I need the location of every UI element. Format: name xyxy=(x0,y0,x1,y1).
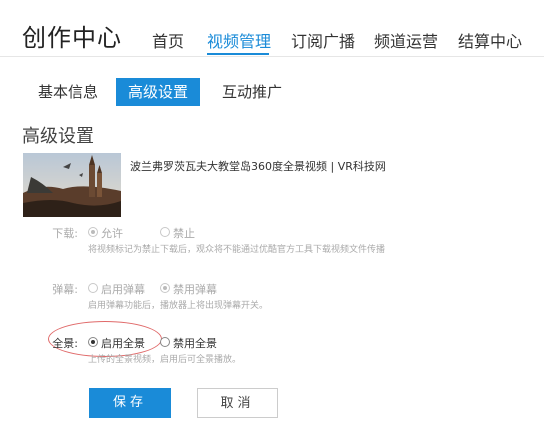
danmaku-disable-radio[interactable] xyxy=(160,283,170,293)
danmaku-enable-radio[interactable] xyxy=(88,283,98,293)
panorama-hint: 上传的全景视频，启用后可全景播放。 xyxy=(88,355,242,365)
section-title: 高级设置 xyxy=(22,126,94,147)
danmaku-enable-label[interactable]: 启用弹幕 xyxy=(101,281,145,297)
panorama-enable-radio[interactable] xyxy=(88,337,98,347)
tab-basic-info[interactable]: 基本信息 xyxy=(38,78,98,106)
danmaku-hint: 启用弹幕功能后，播放器上将出现弹幕开关。 xyxy=(88,301,269,311)
panorama-enable-label[interactable]: 启用全景 xyxy=(101,335,145,351)
panorama-label: 全景: xyxy=(52,337,78,350)
header-divider xyxy=(0,56,544,57)
nav-home[interactable]: 首页 xyxy=(152,28,184,52)
download-forbid-label[interactable]: 禁止 xyxy=(173,225,195,241)
download-allow-radio[interactable] xyxy=(88,227,98,237)
video-thumbnail[interactable] xyxy=(23,153,121,217)
tab-advanced-settings[interactable]: 高级设置 xyxy=(116,78,201,106)
panorama-disable-radio[interactable] xyxy=(160,337,170,347)
download-label: 下载: xyxy=(52,227,78,240)
danmaku-label: 弹幕: xyxy=(52,283,78,296)
panorama-thumbnail-image xyxy=(23,153,121,217)
nav-video-management[interactable]: 视频管理 xyxy=(207,28,271,52)
app-title: 创作中心 xyxy=(22,24,122,52)
video-title[interactable]: 波兰弗罗茨瓦夫大教堂岛360度全景视频 | VR科技网 xyxy=(130,158,386,174)
nav-settlement-center[interactable]: 结算中心 xyxy=(458,28,522,52)
download-forbid-radio[interactable] xyxy=(160,227,170,237)
download-hint: 将视频标记为禁止下载后，观众将不能通过优酷官方工具下载视频文件传播 xyxy=(88,245,386,255)
save-button[interactable]: 保存 xyxy=(89,388,171,418)
active-nav-indicator xyxy=(207,53,269,55)
nav-channel-operation[interactable]: 频道运营 xyxy=(374,28,438,52)
cancel-button[interactable]: 取消 xyxy=(197,388,278,418)
danmaku-disable-label[interactable]: 禁用弹幕 xyxy=(173,281,217,297)
nav-subscribe-broadcast[interactable]: 订阅广播 xyxy=(291,28,355,52)
download-allow-label[interactable]: 允许 xyxy=(101,225,123,241)
panorama-disable-label[interactable]: 禁用全景 xyxy=(173,335,217,351)
tab-interactive-promotion[interactable]: 互动推广 xyxy=(222,78,282,106)
